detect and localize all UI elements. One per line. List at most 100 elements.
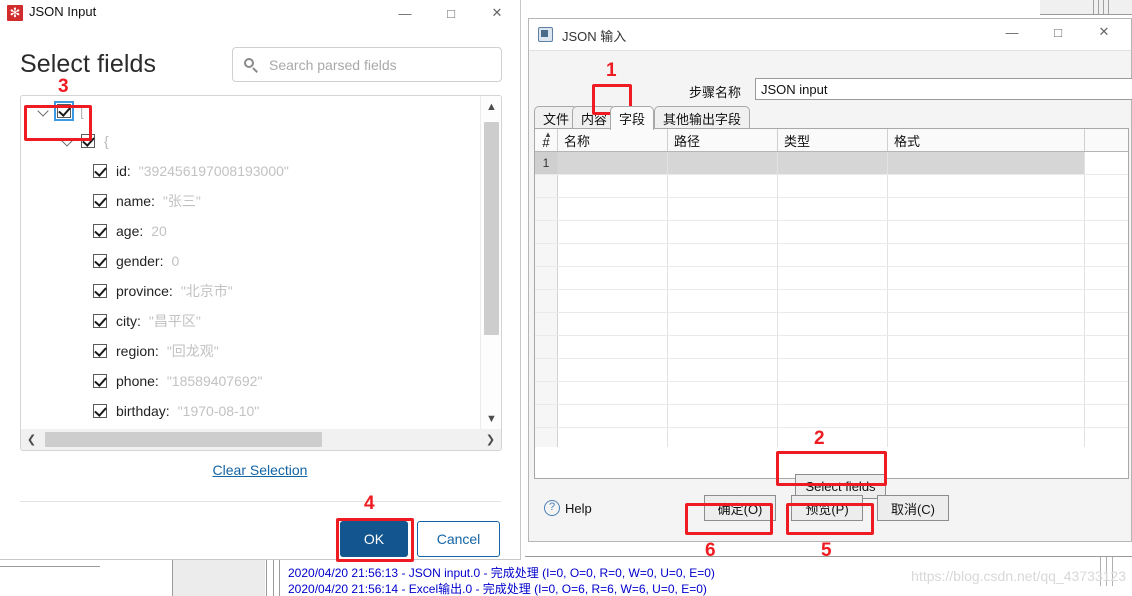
cell-type[interactable] (778, 267, 888, 289)
table-row[interactable] (535, 290, 1128, 313)
cell-format[interactable] (888, 359, 1085, 381)
column-header-path[interactable]: 路径 (668, 129, 778, 151)
cell-name[interactable] (558, 152, 668, 174)
table-row[interactable] (535, 428, 1128, 447)
table-row[interactable] (535, 267, 1128, 290)
cell-format[interactable] (888, 336, 1085, 358)
tree-row-field[interactable]: name: "张三" (21, 186, 480, 216)
cell-path[interactable] (668, 175, 778, 197)
table-row[interactable] (535, 175, 1128, 198)
tree-horizontal-scroll-thumb[interactable] (45, 432, 322, 447)
tree-checkbox-object[interactable] (81, 134, 95, 148)
cell-format[interactable] (888, 152, 1085, 174)
table-row[interactable] (535, 244, 1128, 267)
table-row[interactable] (535, 221, 1128, 244)
cell-format[interactable] (888, 267, 1085, 289)
cell-type[interactable] (778, 313, 888, 335)
cell-name[interactable] (558, 221, 668, 243)
column-header-index[interactable]: ▲ # (535, 129, 558, 151)
tree-checkbox-field[interactable] (93, 254, 107, 268)
preview-button[interactable]: 预览(P) (791, 495, 863, 521)
cell-name[interactable] (558, 267, 668, 289)
ok-button[interactable]: OK (340, 521, 408, 557)
tree-row-field[interactable]: age: 20 (21, 216, 480, 246)
cell-format[interactable] (888, 382, 1085, 404)
cell-path[interactable] (668, 336, 778, 358)
cell-name[interactable] (558, 244, 668, 266)
step-name-input[interactable] (755, 78, 1132, 100)
scroll-right-icon[interactable]: ❯ (480, 429, 501, 450)
tree-row-field[interactable]: birthday: "1970-08-10" (21, 396, 480, 426)
cell-type[interactable] (778, 244, 888, 266)
close-button[interactable]: ✕ (474, 0, 520, 26)
table-row[interactable] (535, 313, 1128, 336)
cancel-button[interactable]: Cancel (417, 521, 500, 557)
cell-type[interactable] (778, 428, 888, 447)
cell-type[interactable] (778, 290, 888, 312)
table-row[interactable] (535, 382, 1128, 405)
table-row[interactable] (535, 198, 1128, 221)
cell-path[interactable] (668, 244, 778, 266)
cell-name[interactable] (558, 382, 668, 404)
cell-type[interactable] (778, 359, 888, 381)
tree-row-field[interactable]: phone: "18589407692" (21, 366, 480, 396)
scroll-up-icon[interactable]: ▲ (481, 96, 501, 117)
tree-checkbox-field[interactable] (93, 224, 107, 238)
cell-path[interactable] (668, 198, 778, 220)
clear-selection-link[interactable]: Clear Selection (0, 462, 520, 478)
fields-grid[interactable]: ▲ # 名称 路径 类型 格式 1 (535, 129, 1128, 447)
cell-name[interactable] (558, 336, 668, 358)
tree-row-field[interactable]: id: "392456197008193000" (21, 156, 480, 186)
scroll-left-icon[interactable]: ❮ (21, 429, 42, 450)
cell-format[interactable] (888, 405, 1085, 427)
cell-format[interactable] (888, 290, 1085, 312)
cancel-button[interactable]: 取消(C) (877, 495, 949, 521)
maximize-button[interactable]: □ (1035, 19, 1081, 45)
minimize-button[interactable]: — (989, 19, 1035, 45)
scroll-down-icon[interactable]: ▼ (481, 408, 501, 429)
cell-format[interactable] (888, 175, 1085, 197)
tree-vertical-scroll-thumb[interactable] (484, 122, 499, 335)
table-row[interactable] (535, 336, 1128, 359)
cell-type[interactable] (778, 198, 888, 220)
cell-type[interactable] (778, 152, 888, 174)
cell-format[interactable] (888, 428, 1085, 447)
cell-name[interactable] (558, 313, 668, 335)
chevron-down-icon[interactable] (59, 132, 77, 150)
column-header-format[interactable]: 格式 (888, 129, 1085, 151)
tree-row-field[interactable]: city: "昌平区" (21, 306, 480, 336)
tree-checkbox-field[interactable] (93, 164, 107, 178)
table-row[interactable] (535, 405, 1128, 428)
close-button[interactable]: ✕ (1081, 19, 1127, 45)
cell-path[interactable] (668, 405, 778, 427)
cell-type[interactable] (778, 175, 888, 197)
cell-path[interactable] (668, 152, 778, 174)
tree-checkbox-field[interactable] (93, 404, 107, 418)
column-header-name[interactable]: 名称 (558, 129, 668, 151)
cell-path[interactable] (668, 382, 778, 404)
cell-type[interactable] (778, 405, 888, 427)
minimize-button[interactable]: — (382, 0, 428, 26)
tree-row-field[interactable]: province: "北京市" (21, 276, 480, 306)
cell-name[interactable] (558, 198, 668, 220)
cell-path[interactable] (668, 359, 778, 381)
chevron-down-icon[interactable] (35, 102, 53, 120)
cell-path[interactable] (668, 267, 778, 289)
tree-row-field[interactable]: region: "回龙观" (21, 336, 480, 366)
cell-format[interactable] (888, 221, 1085, 243)
column-header-type[interactable]: 类型 (778, 129, 888, 151)
tree-row-object[interactable]: { (21, 126, 480, 156)
confirm-button[interactable]: 确定(O) (704, 495, 776, 521)
help-button[interactable]: ? Help (539, 495, 597, 521)
tree-row-root-array[interactable]: [ (21, 96, 480, 126)
tree-vertical-scrollbar[interactable]: ▲ ▼ (480, 96, 501, 429)
tree-checkbox-field[interactable] (93, 314, 107, 328)
table-row[interactable]: 1 (535, 152, 1128, 175)
tree-checkbox-field[interactable] (93, 194, 107, 208)
tree-row-field[interactable]: gender: 0 (21, 246, 480, 276)
cell-format[interactable] (888, 244, 1085, 266)
cell-format[interactable] (888, 198, 1085, 220)
tab-fields[interactable]: 字段 (610, 106, 655, 130)
tab-other-output-fields[interactable]: 其他输出字段 (654, 106, 751, 129)
cell-path[interactable] (668, 313, 778, 335)
